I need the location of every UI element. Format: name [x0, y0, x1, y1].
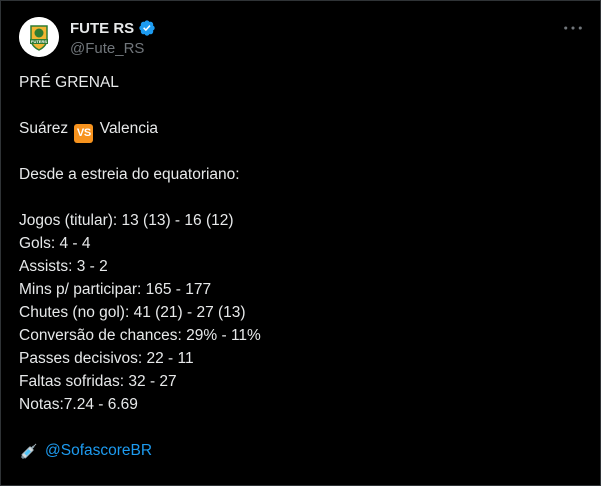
- stat-line: Chutes (no gol): 41 (21) - 27 (13): [19, 304, 246, 321]
- source-line: @SofascoreBR: [19, 439, 582, 462]
- stat-line: Mins p/ participar: 165 - 177: [19, 281, 212, 298]
- display-name[interactable]: FUTE RS: [70, 20, 134, 37]
- stat-line: Passes decisivos: 22 - 11: [19, 350, 194, 367]
- more-dots-icon[interactable]: [562, 19, 584, 37]
- stat-line: Assists: 3 - 2: [19, 258, 108, 275]
- stat-line: Faltas sofridas: 32 - 27: [19, 373, 177, 390]
- matchup-line: Suárez VS Valencia: [19, 117, 582, 143]
- sofascore-mention-link[interactable]: @SofascoreBR: [45, 439, 152, 462]
- stat-line: Gols: 4 - 4: [19, 235, 91, 252]
- tweet-header: FUTERS FUTE RS @Fute_RS: [19, 17, 586, 61]
- stat-line: Notas:7.24 - 6.69: [19, 396, 138, 413]
- tweet-intro: Desde a estreia do equatoriano:: [19, 166, 240, 183]
- stat-line: Conversão de chances: 29% - 11%: [19, 327, 261, 344]
- stat-line: Jogos (titular): 13 (13) - 16 (12): [19, 212, 234, 229]
- vs-badge-icon: VS: [74, 124, 94, 143]
- author-names: FUTE RS @Fute_RS: [70, 18, 156, 57]
- syringe-icon: [19, 441, 39, 461]
- avatar-logo-icon: FUTERS: [19, 17, 59, 57]
- avatar[interactable]: FUTERS: [19, 17, 59, 57]
- display-name-row: FUTE RS: [70, 18, 156, 38]
- tweet-card: FUTERS FUTE RS @Fute_RS PRÉ GRENAL Suáre…: [0, 0, 601, 486]
- matchup-right: Valencia: [99, 120, 159, 137]
- avatar-logo-text: FUTERS: [31, 39, 47, 44]
- author-handle[interactable]: @Fute_RS: [70, 40, 156, 57]
- tweet-body: PRÉ GRENAL Suárez VS Valencia Desde a es…: [19, 71, 582, 462]
- verified-badge-icon[interactable]: [138, 19, 156, 37]
- matchup-left: Suárez: [19, 120, 69, 137]
- tweet-title: PRÉ GRENAL: [19, 74, 119, 91]
